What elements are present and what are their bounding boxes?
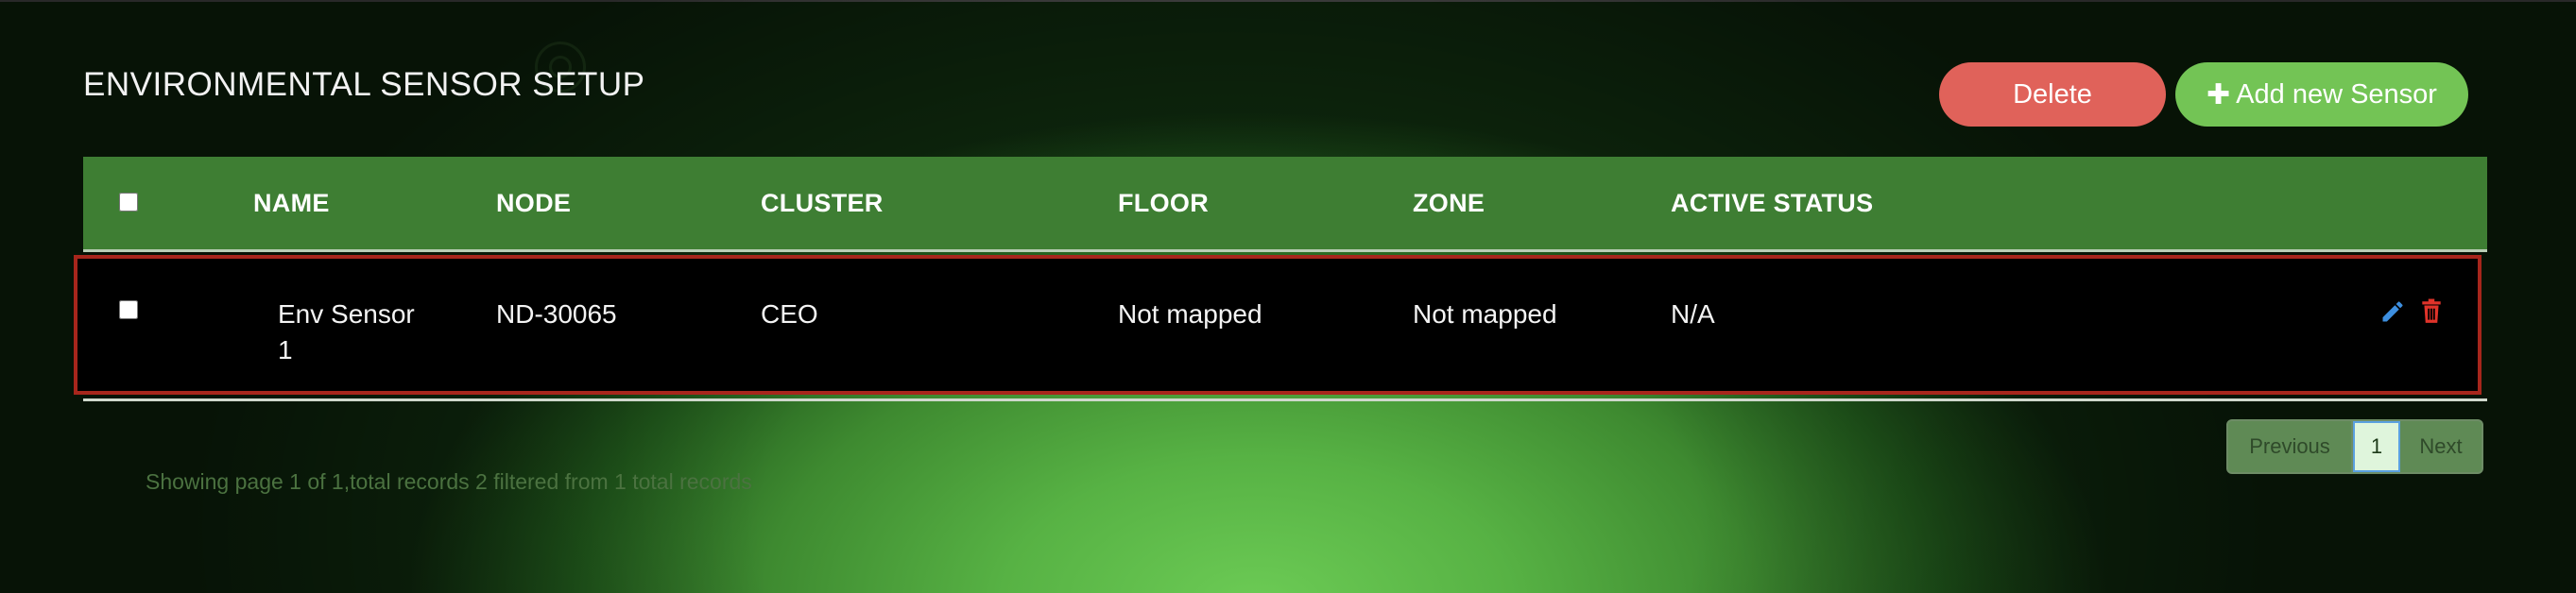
column-header-zone: ZONE [1413, 189, 1485, 217]
page-title: ENVIRONMENTAL SENSOR SETUP [83, 66, 645, 103]
delete-button[interactable]: Delete [1939, 62, 2166, 127]
cell-cluster: CEO [761, 299, 818, 329]
column-header-name: NAME [253, 189, 330, 217]
cell-zone: Not mapped [1413, 299, 1557, 329]
select-all-checkbox[interactable] [119, 193, 138, 212]
table-bottom-border [83, 398, 2487, 401]
delete-button-label: Delete [2013, 78, 2092, 110]
cell-name-line1: Env Sensor [278, 299, 415, 329]
column-header-floor: FLOOR [1118, 189, 1209, 217]
pagination-page-1[interactable]: 1 [2353, 421, 2400, 472]
column-header-node: NODE [496, 189, 572, 217]
sensor-table: NAME NODE CLUSTER FLOOR ZONE ACTIVE STAT… [74, 157, 2487, 401]
column-header-cluster: CLUSTER [761, 189, 884, 217]
row-checkbox[interactable] [119, 300, 138, 319]
add-sensor-button[interactable]: ✚ Add new Sensor [2175, 62, 2468, 127]
edit-icon[interactable] [2379, 298, 2406, 325]
cell-name: Env Sensor 1 [278, 296, 415, 368]
column-header-active-status: ACTIVE STATUS [1671, 189, 1874, 217]
cell-floor: Not mapped [1118, 299, 1262, 329]
pagination-next[interactable]: Next [2400, 421, 2482, 472]
trash-icon[interactable] [2419, 298, 2446, 325]
table-header: NAME NODE CLUSTER FLOOR ZONE ACTIVE STAT… [83, 157, 2487, 252]
top-border [0, 0, 2576, 2]
cell-name-line2: 1 [278, 335, 293, 364]
pagination-previous[interactable]: Previous [2228, 421, 2353, 472]
pagination: Previous 1 Next [2226, 419, 2483, 474]
table-row[interactable]: Env Sensor 1 ND-30065 CEO Not mapped Not… [74, 255, 2482, 395]
cell-node: ND-30065 [496, 299, 617, 329]
cell-active-status: N/A [1671, 299, 1715, 329]
records-info: Showing page 1 of 1,total records 2 filt… [146, 469, 752, 494]
add-sensor-button-label: Add new Sensor [2236, 78, 2437, 110]
plus-icon: ✚ [2207, 78, 2231, 110]
